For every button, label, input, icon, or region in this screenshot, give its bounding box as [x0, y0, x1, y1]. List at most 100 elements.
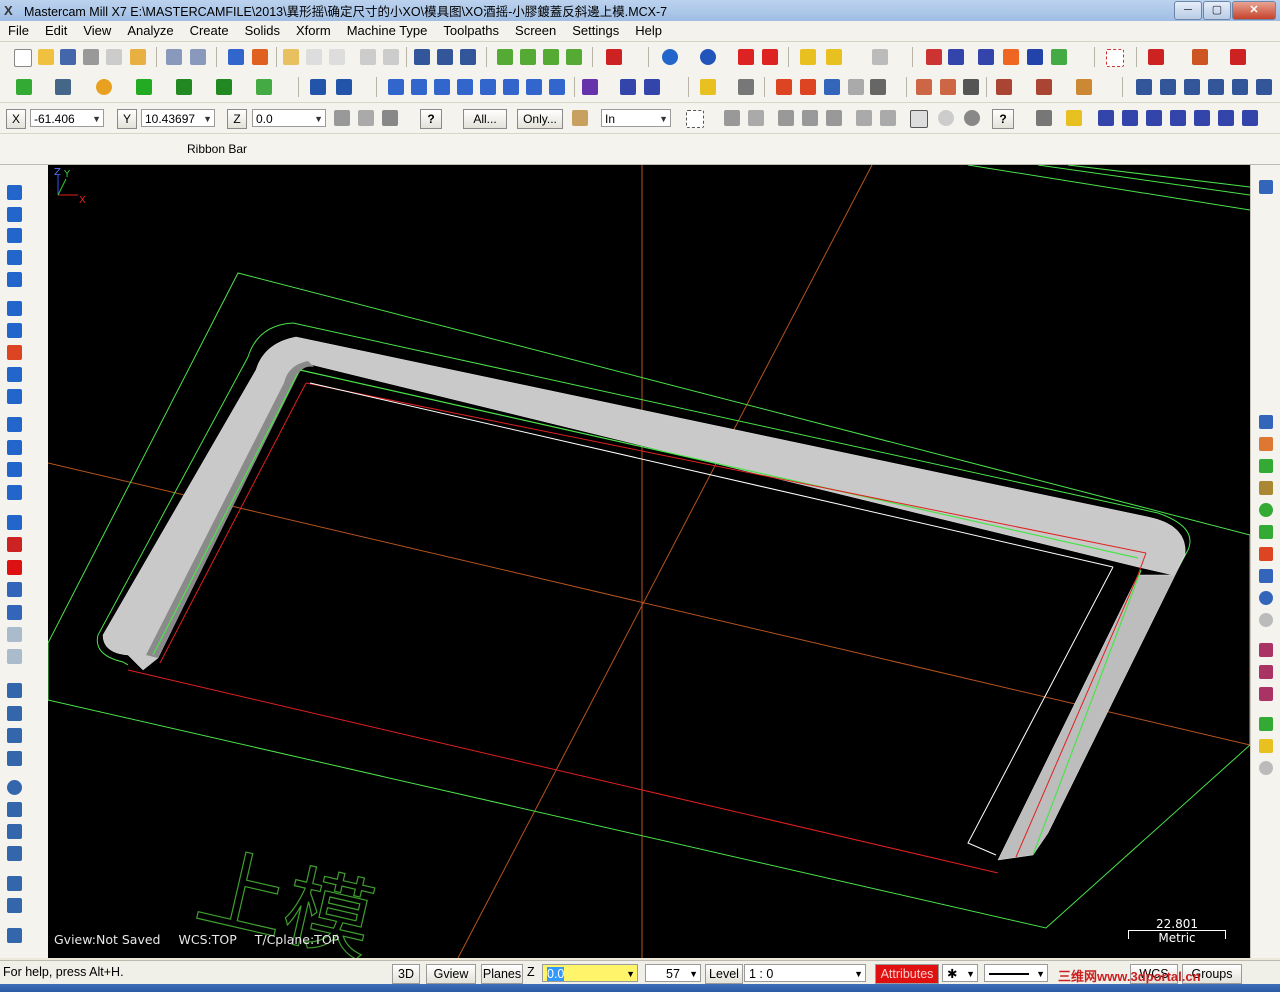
- shield-right-icon[interactable]: [1259, 569, 1273, 583]
- y-lock-button[interactable]: Y: [117, 109, 137, 129]
- chart-icon[interactable]: [7, 876, 22, 891]
- helper-icon[interactable]: [1148, 49, 1164, 65]
- pencil-icon[interactable]: [800, 49, 816, 65]
- menu-toolpaths[interactable]: Toolpaths: [435, 21, 507, 41]
- planes-icon[interactable]: [662, 49, 678, 65]
- panel-icon[interactable]: [7, 485, 22, 500]
- color-swap-icon[interactable]: [1259, 643, 1273, 657]
- color-icon[interactable]: [1170, 110, 1186, 126]
- color-set-icon[interactable]: [1259, 687, 1273, 701]
- trim-icon[interactable]: [310, 79, 326, 95]
- view-front-icon[interactable]: [520, 49, 536, 65]
- gview-side-icon[interactable]: [460, 49, 476, 65]
- toolpath-pocket-icon[interactable]: [1160, 79, 1176, 95]
- z-coordinate-field[interactable]: 0.0 ▼: [252, 109, 326, 127]
- sigma-icon[interactable]: [1027, 49, 1043, 65]
- view-right-icon[interactable]: [543, 49, 559, 65]
- solid-extrude-icon[interactable]: [870, 79, 886, 95]
- xform-translate-icon[interactable]: [388, 79, 404, 95]
- globe-right-icon[interactable]: [1259, 591, 1273, 605]
- mask-solid-icon[interactable]: [802, 110, 818, 126]
- menu-view[interactable]: View: [75, 21, 119, 41]
- no-select-icon[interactable]: [938, 110, 954, 126]
- coil-icon[interactable]: [7, 846, 22, 861]
- line-style-icon[interactable]: [1098, 110, 1114, 126]
- autocursor-override-icon[interactable]: [382, 110, 398, 126]
- color-field[interactable]: 57 ▼: [645, 964, 701, 982]
- layers-icon[interactable]: [7, 440, 22, 455]
- point-style-select[interactable]: ✱ ▼: [942, 964, 978, 982]
- undo-icon[interactable]: [166, 49, 182, 65]
- planes-button[interactable]: Planes: [481, 964, 523, 984]
- group-icon[interactable]: [1218, 110, 1234, 126]
- zoom-out-icon[interactable]: [360, 49, 376, 65]
- tool-icon[interactable]: [872, 49, 888, 65]
- palette-icon[interactable]: [1259, 717, 1273, 731]
- menu-xform[interactable]: Xform: [288, 21, 339, 41]
- coords-help-button[interactable]: ?: [420, 109, 442, 129]
- cube-red-icon[interactable]: [7, 537, 22, 552]
- attribute-pencil-icon[interactable]: [1066, 110, 1082, 126]
- xform-offset-icon[interactable]: [480, 79, 496, 95]
- solid-chamfer-icon[interactable]: [1036, 79, 1052, 95]
- select-window-icon[interactable]: [1106, 49, 1124, 67]
- solid-loft-icon[interactable]: [963, 79, 979, 95]
- operations-manager-icon[interactable]: [7, 185, 22, 200]
- toolpath-face-icon[interactable]: [1208, 79, 1224, 95]
- print-icon[interactable]: [83, 49, 99, 65]
- autocursor-icon[interactable]: [358, 110, 374, 126]
- spline-icon[interactable]: [256, 79, 272, 95]
- post-icon[interactable]: [1051, 49, 1067, 65]
- zoom-window-icon[interactable]: [306, 49, 322, 65]
- transparent-cube-icon[interactable]: [7, 627, 22, 642]
- xform-stretch-icon[interactable]: [549, 79, 565, 95]
- surface-offset-icon[interactable]: [824, 79, 840, 95]
- y-coordinate-field[interactable]: 10.43697 ▼: [141, 109, 215, 127]
- gview-button[interactable]: Gview: [426, 964, 476, 984]
- solid-shell-icon[interactable]: [1076, 79, 1092, 95]
- grid-right-icon[interactable]: [1259, 547, 1273, 561]
- layer-icon[interactable]: [1146, 110, 1162, 126]
- repaint-icon[interactable]: [252, 49, 268, 65]
- monitor-icon[interactable]: [7, 898, 22, 913]
- analysis-right-icon[interactable]: [1259, 437, 1273, 451]
- chain-icon[interactable]: [7, 683, 22, 698]
- menu-screen[interactable]: Screen: [507, 21, 564, 41]
- corner-right-icon[interactable]: [1259, 525, 1273, 539]
- edge-select-icon[interactable]: [880, 110, 896, 126]
- verify-selection-icon[interactable]: [572, 110, 588, 126]
- cancel-right-icon[interactable]: [1259, 761, 1273, 775]
- zoom-target-icon[interactable]: [329, 49, 345, 65]
- zoom-in-icon[interactable]: [383, 49, 399, 65]
- rotate-icon[interactable]: [7, 780, 22, 795]
- z-lock-button[interactable]: Z: [227, 109, 247, 129]
- solid-revolve-icon[interactable]: [916, 79, 932, 95]
- xform-offset-contour-icon[interactable]: [503, 79, 519, 95]
- wand-right-icon[interactable]: [1259, 481, 1273, 495]
- view-top-icon[interactable]: [497, 49, 513, 65]
- redo-icon[interactable]: [190, 49, 206, 65]
- measure-icon[interactable]: [738, 79, 754, 95]
- plate-icon[interactable]: [7, 751, 22, 766]
- chamfer-icon[interactable]: [216, 79, 232, 95]
- sphere-select-icon[interactable]: [964, 110, 980, 126]
- surface-fillet-icon[interactable]: [800, 79, 816, 95]
- right-panel-icon[interactable]: [1259, 180, 1273, 194]
- move-icon[interactable]: [228, 49, 244, 65]
- menu-solids[interactable]: Solids: [237, 21, 288, 41]
- level-button[interactable]: Level: [705, 964, 743, 984]
- open-file-icon[interactable]: [38, 49, 54, 65]
- 3d-toggle-button[interactable]: 3D: [392, 964, 420, 984]
- disable-right-icon[interactable]: [1259, 613, 1273, 627]
- color-pick-icon[interactable]: [1259, 665, 1273, 679]
- pencil-blue-icon[interactable]: [7, 367, 22, 382]
- gview-icon[interactable]: [414, 49, 430, 65]
- light-icon[interactable]: [700, 79, 716, 95]
- x-lock-button[interactable]: X: [6, 109, 26, 129]
- nest-icon[interactable]: [620, 79, 636, 95]
- solid-cut-icon[interactable]: [7, 345, 22, 360]
- stack-icon[interactable]: [7, 417, 22, 432]
- cut-icon[interactable]: [130, 49, 146, 65]
- zoom-fit-icon[interactable]: [283, 49, 299, 65]
- toolpath-contour-icon[interactable]: [1136, 79, 1152, 95]
